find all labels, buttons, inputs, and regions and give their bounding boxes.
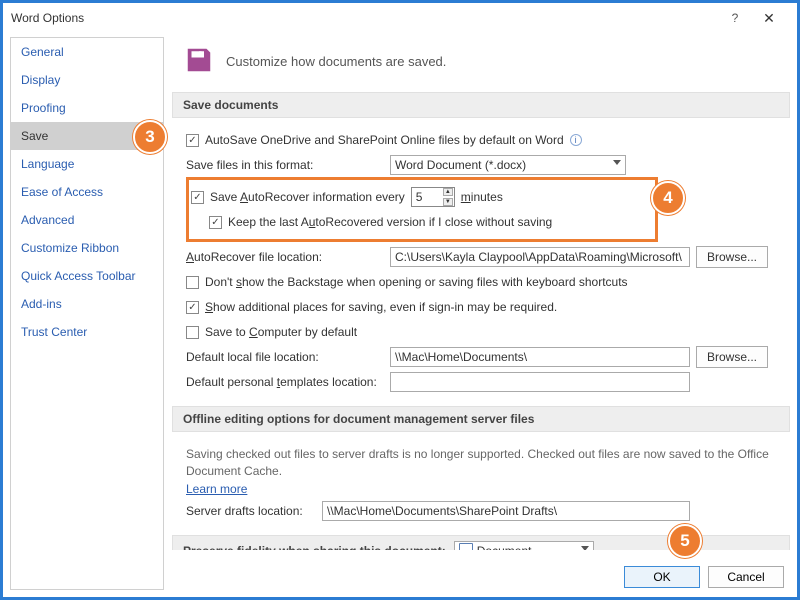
- callout-5: 5: [668, 524, 702, 558]
- sidebar-item-ease[interactable]: Ease of Access: [11, 178, 163, 206]
- save-floppy-icon: [184, 45, 214, 78]
- sidebar-item-advanced[interactable]: Advanced: [11, 206, 163, 234]
- sidebar-item-addins[interactable]: Add-ins: [11, 290, 163, 318]
- sidebar-item-trust[interactable]: Trust Center: [11, 318, 163, 346]
- input-default-local[interactable]: \\Mac\Home\Documents\: [390, 347, 690, 367]
- browse-ar-button[interactable]: Browse...: [696, 246, 768, 268]
- section-save-documents: Save documents: [172, 92, 790, 118]
- info-icon[interactable]: [570, 134, 582, 146]
- checkbox-autosave[interactable]: [186, 134, 199, 147]
- learn-more-link[interactable]: Learn more: [186, 482, 247, 496]
- browse-local-button[interactable]: Browse...: [696, 346, 768, 368]
- sidebar-item-proofing[interactable]: Proofing: [11, 94, 163, 122]
- label-default-templates: Default personal templates location:: [186, 375, 384, 389]
- label-default-local: Default local file location:: [186, 350, 384, 364]
- nav-sidebar: General Display Proofing Save Language E…: [10, 37, 164, 590]
- sidebar-item-customize-ribbon[interactable]: Customize Ribbon: [11, 234, 163, 262]
- spinner-autorecover-minutes[interactable]: 5 ▲▼: [411, 187, 455, 207]
- label-drafts-location: Server drafts location:: [186, 504, 316, 518]
- checkbox-autorecover[interactable]: [191, 191, 204, 204]
- label-ar-location: AutoRecover file location:: [186, 250, 384, 264]
- sidebar-item-display[interactable]: Display: [11, 66, 163, 94]
- close-icon[interactable]: ✕: [749, 10, 789, 27]
- input-default-templates[interactable]: [390, 372, 690, 392]
- dialog-title: Word Options: [11, 11, 721, 25]
- sidebar-item-language[interactable]: Language: [11, 150, 163, 178]
- checkbox-keep-last[interactable]: [209, 216, 222, 229]
- callout-3: 3: [133, 120, 167, 154]
- checkbox-additional-places[interactable]: [186, 301, 199, 314]
- checkbox-backstage[interactable]: [186, 276, 199, 289]
- offline-note: Saving checked out files to server draft…: [186, 440, 786, 482]
- label-file-format: Save files in this format:: [186, 158, 384, 172]
- checkbox-save-computer[interactable]: [186, 326, 199, 339]
- section-offline: Offline editing options for document man…: [172, 406, 790, 432]
- page-subtitle: Customize how documents are saved.: [226, 54, 446, 69]
- combo-fidelity-document[interactable]: Document: [454, 541, 594, 550]
- combo-file-format[interactable]: Word Document (*.docx): [390, 155, 626, 175]
- label-autosave: AutoSave OneDrive and SharePoint Online …: [205, 133, 564, 147]
- cancel-button[interactable]: Cancel: [708, 566, 784, 588]
- sidebar-item-general[interactable]: General: [11, 38, 163, 66]
- input-drafts-location[interactable]: \\Mac\Home\Documents\SharePoint Drafts\: [322, 501, 690, 521]
- callout-4: 4: [651, 181, 685, 215]
- highlight-autorecover: Save AutoRecover information every 5 ▲▼ …: [186, 177, 658, 242]
- sidebar-item-qat[interactable]: Quick Access Toolbar: [11, 262, 163, 290]
- help-icon[interactable]: ?: [721, 11, 749, 25]
- input-ar-location[interactable]: C:\Users\Kayla Claypool\AppData\Roaming\…: [390, 247, 690, 267]
- ok-button[interactable]: OK: [624, 566, 700, 588]
